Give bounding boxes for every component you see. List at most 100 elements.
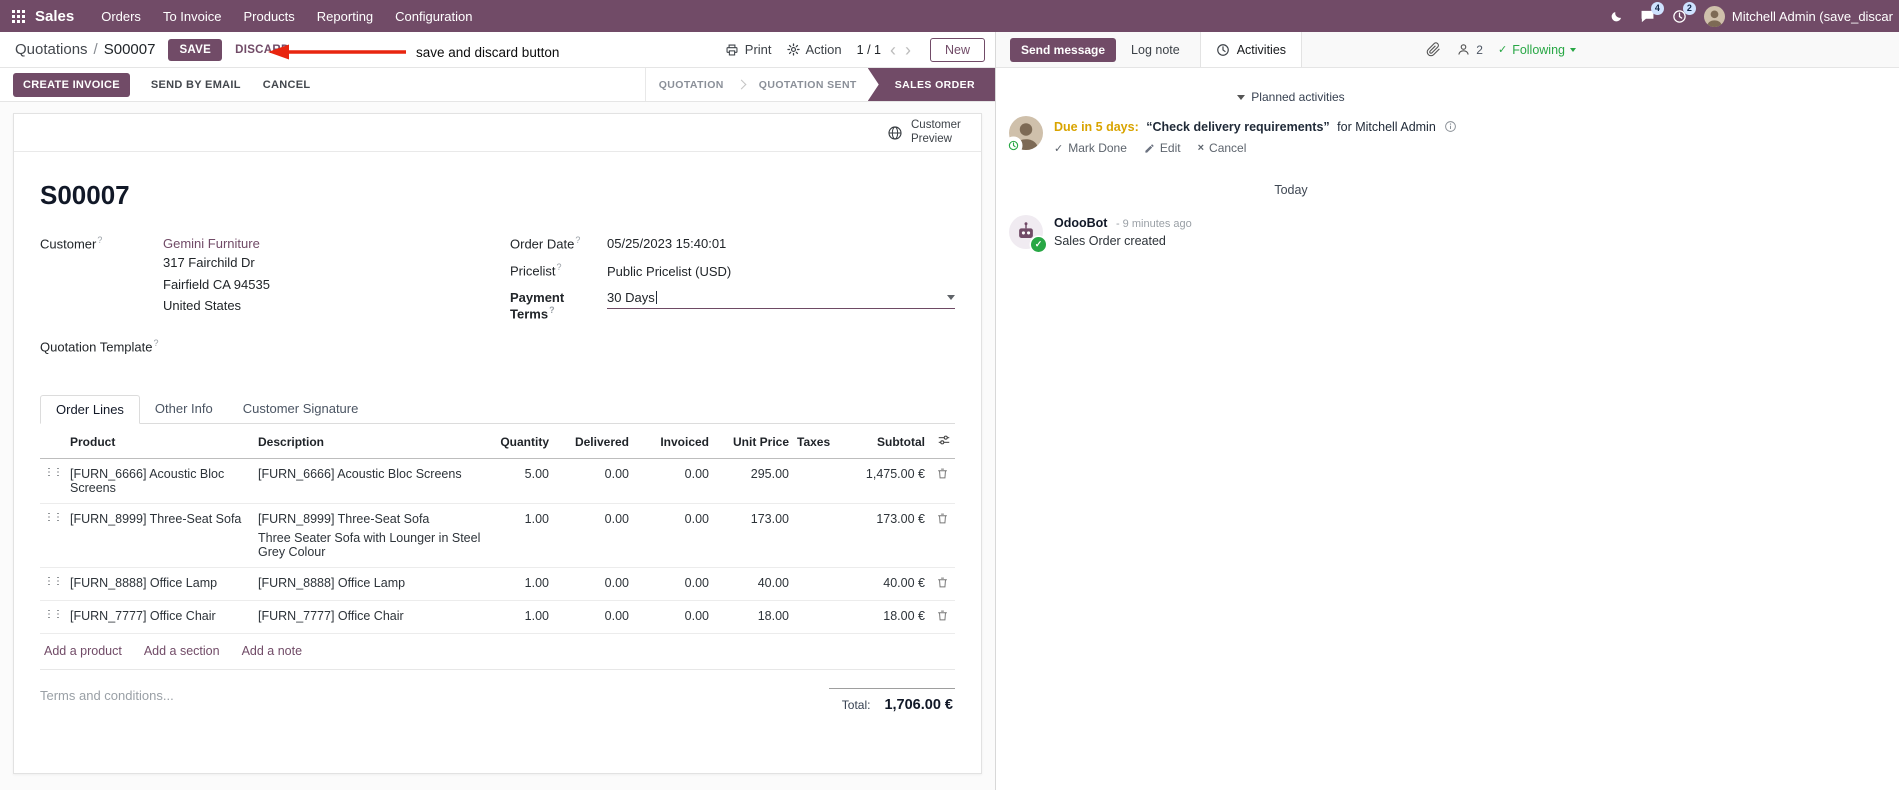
customer-link[interactable]: Gemini Furniture <box>163 236 260 251</box>
state-sales-order[interactable]: SALES ORDER <box>867 68 995 101</box>
cell-unit-price[interactable]: 295.00 <box>713 458 793 505</box>
customer-preview-button[interactable]: Customer Preview <box>887 119 965 147</box>
optional-columns-button[interactable] <box>929 424 955 460</box>
cell-description[interactable]: [FURN_6666] Acoustic Bloc Screens <box>254 458 497 505</box>
cell-taxes[interactable] <box>793 567 845 602</box>
header-taxes: Taxes <box>793 424 845 460</box>
cell-subtotal[interactable]: 1,475.00 € <box>845 458 929 505</box>
dropdown-caret-icon[interactable] <box>947 294 955 300</box>
cell-invoiced[interactable]: 0.00 <box>633 503 713 569</box>
nav-item-reporting[interactable]: Reporting <box>306 4 384 29</box>
drag-handle-icon[interactable]: ⋮⋮ <box>40 600 66 635</box>
cell-invoiced[interactable]: 0.00 <box>633 567 713 602</box>
attachment-icon[interactable] <box>1426 42 1441 57</box>
delete-line-button[interactable] <box>929 458 955 505</box>
cell-product[interactable]: [FURN_8999] Three-Seat Sofa <box>66 503 254 569</box>
cell-description[interactable]: [FURN_8999] Three-Seat Sofa Three Seater… <box>254 503 497 569</box>
terms-and-conditions-placeholder[interactable]: Terms and conditions... <box>40 688 174 703</box>
cell-quantity[interactable]: 5.00 <box>496 458 553 505</box>
cell-taxes[interactable] <box>793 600 845 635</box>
app-brand[interactable]: Sales <box>35 8 74 25</box>
cell-subtotal[interactable]: 173.00 € <box>845 503 929 569</box>
cell-description[interactable]: [FURN_8888] Office Lamp <box>254 567 497 602</box>
user-menu[interactable]: Mitchell Admin (save_discar <box>1703 5 1893 27</box>
drag-handle-icon[interactable]: ⋮⋮ <box>40 458 66 505</box>
drag-handle-icon[interactable]: ⋮⋮ <box>40 503 66 569</box>
cell-taxes[interactable] <box>793 503 845 569</box>
cell-subtotal[interactable]: 18.00 € <box>845 600 929 635</box>
cell-description[interactable]: [FURN_7777] Office Chair <box>254 600 497 635</box>
state-quotation[interactable]: QUOTATION <box>646 68 737 101</box>
order-line-row[interactable]: ⋮⋮ [FURN_6666] Acoustic Bloc Screens [FU… <box>40 458 955 505</box>
send-message-button[interactable]: Send message <box>1010 37 1117 62</box>
followers-button[interactable]: 2 <box>1456 42 1483 57</box>
payment-terms-input[interactable]: 30 Days <box>607 290 955 309</box>
info-icon[interactable] <box>1444 120 1457 133</box>
breadcrumb-quotations[interactable]: Quotations <box>15 41 88 58</box>
follow-toggle-button[interactable]: ✓ Following <box>1498 43 1576 57</box>
cell-quantity[interactable]: 1.00 <box>496 600 553 635</box>
nav-item-orders[interactable]: Orders <box>90 4 152 29</box>
cell-subtotal[interactable]: 40.00 € <box>845 567 929 602</box>
cell-unit-price[interactable]: 173.00 <box>713 503 793 569</box>
cell-taxes[interactable] <box>793 458 845 505</box>
message-author[interactable]: OdooBot <box>1054 216 1107 230</box>
cell-unit-price[interactable]: 40.00 <box>713 567 793 602</box>
messages-icon[interactable]: 4 <box>1640 1 1664 24</box>
order-date-field[interactable]: 05/25/2023 15:40:01 <box>607 236 726 251</box>
cell-delivered[interactable]: 0.00 <box>553 600 633 635</box>
delete-line-button[interactable] <box>929 600 955 635</box>
cell-quantity[interactable]: 1.00 <box>496 567 553 602</box>
new-button[interactable]: New <box>929 37 985 62</box>
cell-delivered[interactable]: 0.00 <box>553 567 633 602</box>
save-button[interactable]: SAVE <box>168 38 223 61</box>
cell-delivered[interactable]: 0.00 <box>553 503 633 569</box>
pager-next-icon[interactable]: › <box>905 41 911 59</box>
order-line-row[interactable]: ⋮⋮ [FURN_8888] Office Lamp [FURN_8888] O… <box>40 567 955 602</box>
order-lines-body: ⋮⋮ [FURN_6666] Acoustic Bloc Screens [FU… <box>40 458 955 635</box>
bot-status-badge: ✓ <box>1031 237 1046 253</box>
order-line-row[interactable]: ⋮⋮ [FURN_7777] Office Chair [FURN_7777] … <box>40 600 955 635</box>
cell-product[interactable]: [FURN_8888] Office Lamp <box>66 567 254 602</box>
order-line-row[interactable]: ⋮⋮ [FURN_8999] Three-Seat Sofa [FURN_899… <box>40 503 955 569</box>
cell-invoiced[interactable]: 0.00 <box>633 600 713 635</box>
tab-activities[interactable]: Activities <box>1199 32 1303 67</box>
cell-unit-price[interactable]: 18.00 <box>713 600 793 635</box>
log-note-button[interactable]: Log note <box>1121 38 1190 62</box>
tab-customer-signature[interactable]: Customer Signature <box>228 395 374 423</box>
cell-product[interactable]: [FURN_7777] Office Chair <box>66 600 254 635</box>
tab-other-info[interactable]: Other Info <box>140 395 228 423</box>
chatter-tools: 2 ✓ Following <box>1426 32 1586 67</box>
header-product: Product <box>66 424 254 460</box>
nav-item-to-invoice[interactable]: To Invoice <box>152 4 233 29</box>
add-a-note-link[interactable]: Add a note <box>242 644 302 658</box>
moon-icon[interactable] <box>1610 10 1623 23</box>
edit-activity-button[interactable]: Edit <box>1144 141 1181 155</box>
cancel-button[interactable]: CANCEL <box>254 73 320 97</box>
add-a-product-link[interactable]: Add a product <box>44 644 122 658</box>
print-button[interactable]: Print <box>725 42 772 57</box>
mark-done-button[interactable]: ✓ Mark Done <box>1054 141 1127 155</box>
add-a-section-link[interactable]: Add a section <box>144 644 220 658</box>
pager-prev-icon[interactable]: ‹ <box>890 41 896 59</box>
apps-menu-icon[interactable] <box>12 9 25 23</box>
cell-invoiced[interactable]: 0.00 <box>633 458 713 505</box>
cell-product[interactable]: [FURN_6666] Acoustic Bloc Screens <box>66 458 254 505</box>
delete-line-button[interactable] <box>929 567 955 602</box>
activity-clock-icon[interactable]: 2 <box>1672 1 1696 24</box>
cancel-activity-button[interactable]: × Cancel <box>1198 141 1247 155</box>
nav-item-products[interactable]: Products <box>232 4 305 29</box>
cell-quantity[interactable]: 1.00 <box>496 503 553 569</box>
tab-order-lines[interactable]: Order Lines <box>40 395 140 425</box>
delete-line-button[interactable] <box>929 503 955 569</box>
cell-delivered[interactable]: 0.00 <box>553 458 633 505</box>
create-invoice-button[interactable]: CREATE INVOICE <box>13 72 130 97</box>
pricelist-field[interactable]: Public Pricelist (USD) <box>607 264 731 279</box>
action-button[interactable]: Action <box>786 42 842 57</box>
send-by-email-button[interactable]: SEND BY EMAIL <box>142 73 250 97</box>
planned-activities-header[interactable]: Planned activities <box>996 90 1586 104</box>
drag-handle-icon[interactable]: ⋮⋮ <box>40 567 66 602</box>
discard-button[interactable]: DISCARD <box>226 39 299 61</box>
nav-item-configuration[interactable]: Configuration <box>384 4 483 29</box>
state-quotation-sent[interactable]: QUOTATION SENT <box>746 68 870 101</box>
